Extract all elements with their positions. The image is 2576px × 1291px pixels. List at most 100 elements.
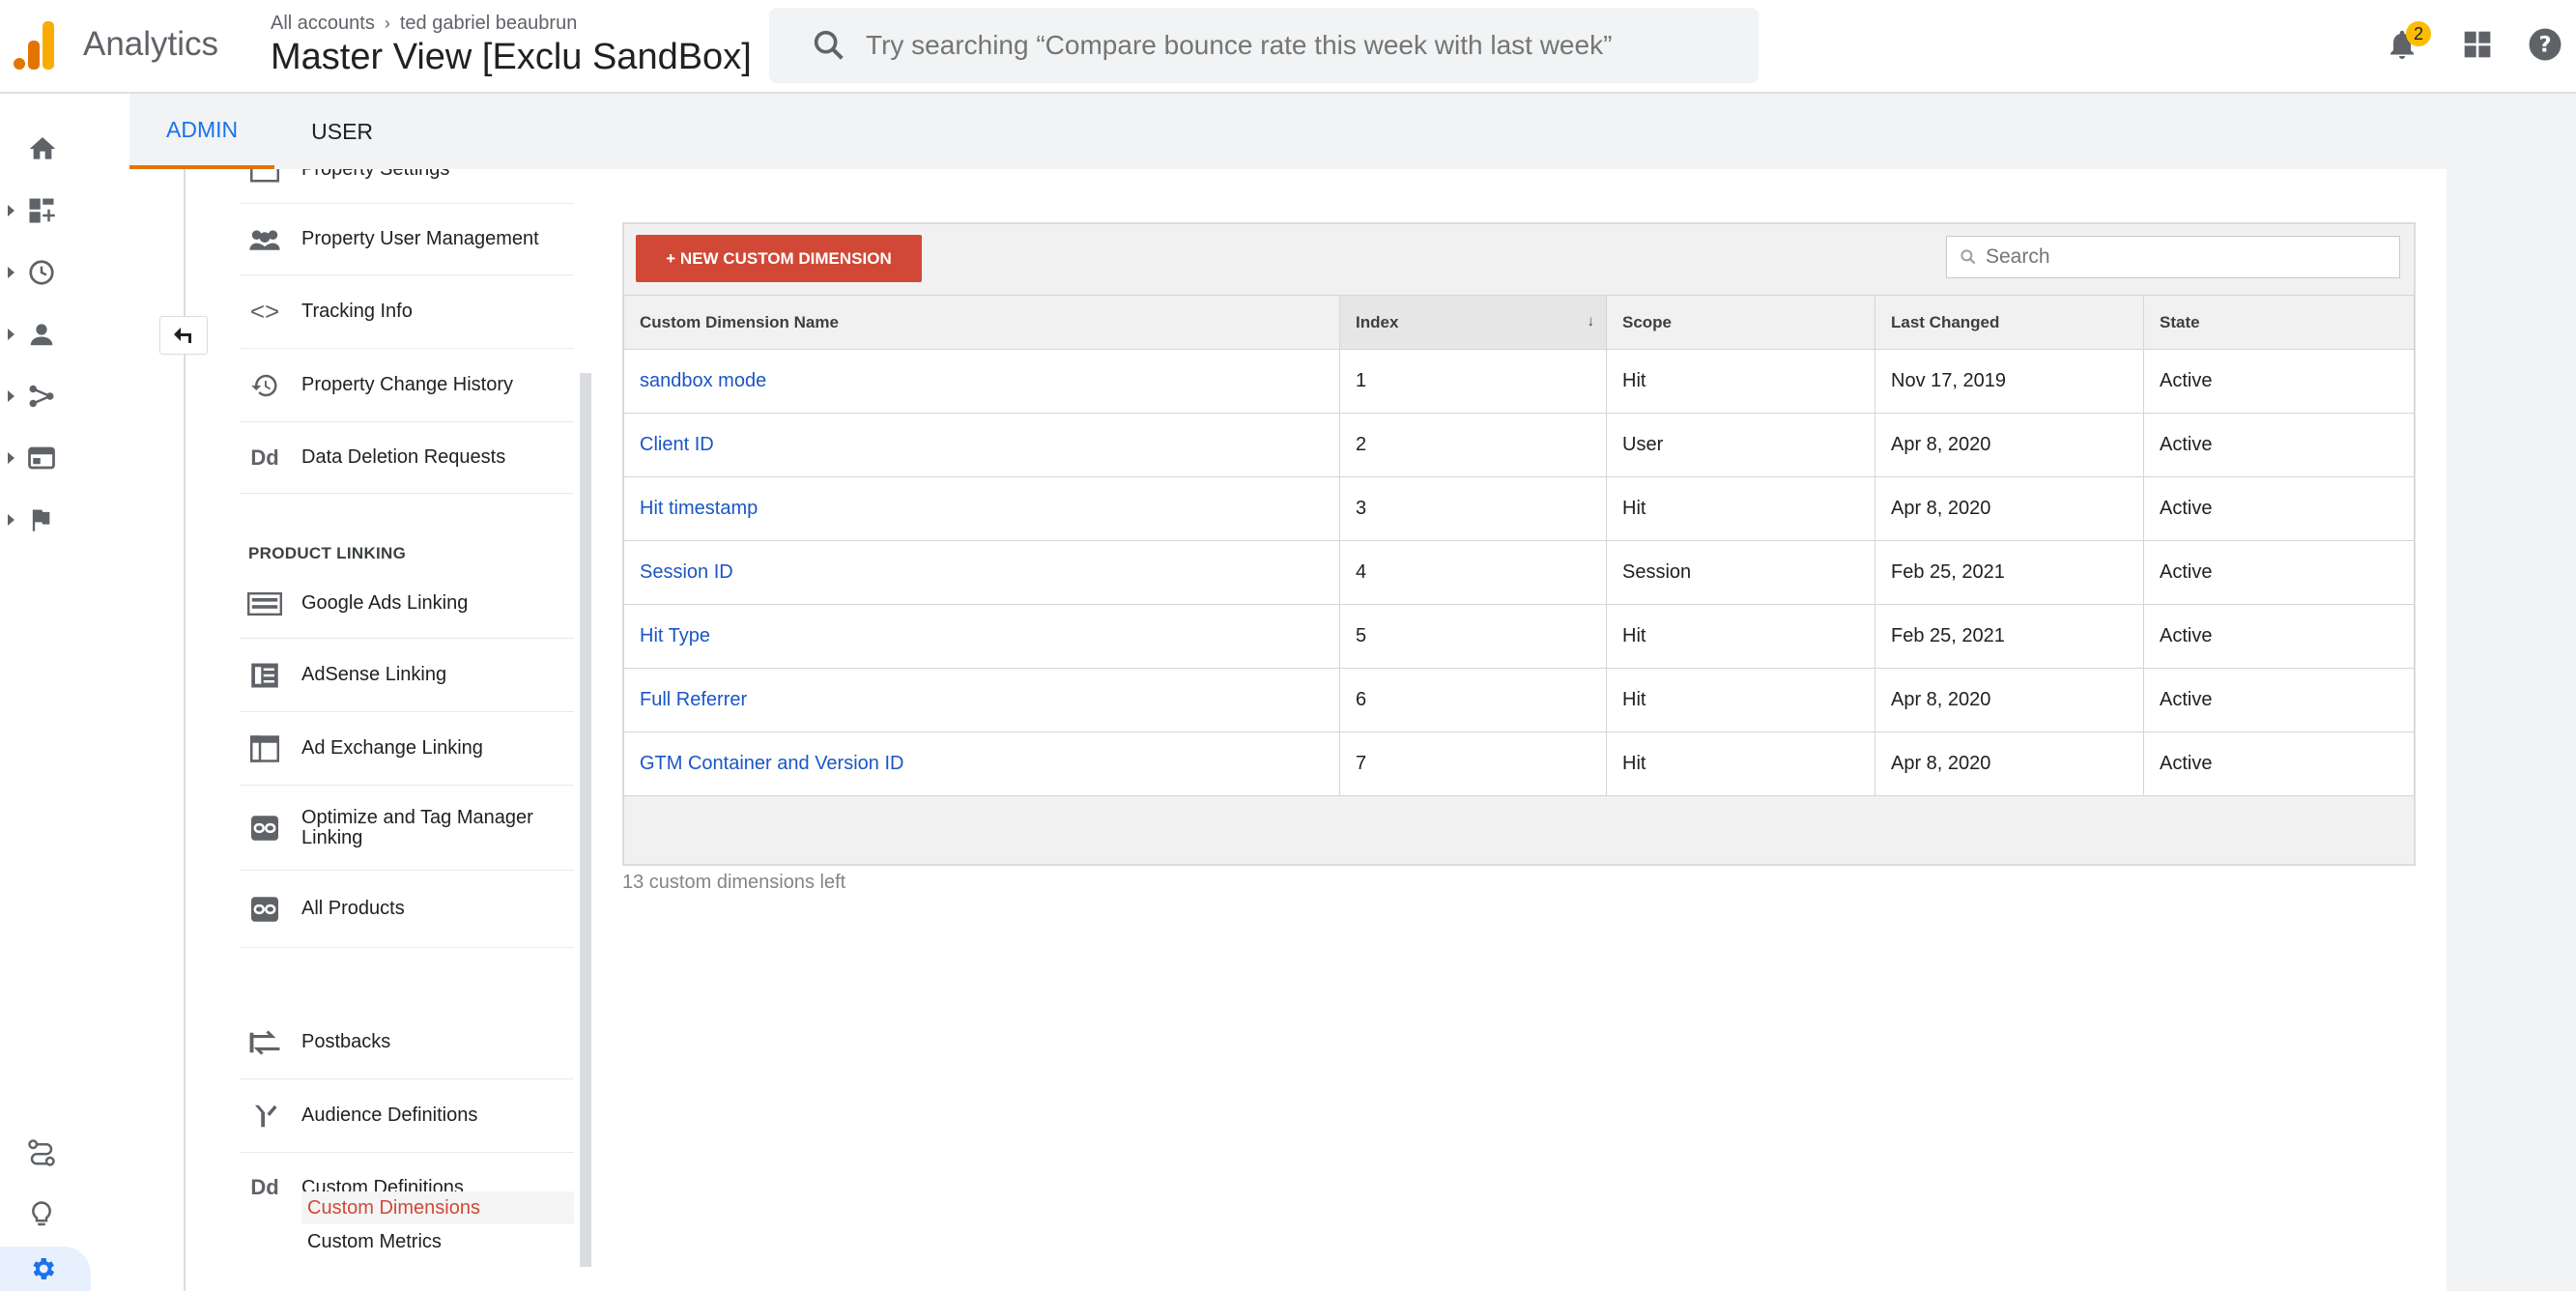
column-header-scope[interactable]: Scope (1606, 295, 1875, 350)
nav-postbacks[interactable]: Postbacks (240, 1006, 574, 1079)
dimension-index: 6 (1339, 668, 1607, 732)
column-header-state[interactable]: State (2143, 295, 2415, 350)
tab-admin[interactable]: ADMIN (129, 94, 275, 169)
postbacks-icon (245, 1026, 284, 1059)
left-navigation-rail (0, 94, 89, 1291)
dimension-state: Active (2143, 668, 2415, 732)
nav-optimize-tag-manager-linking[interactable]: Optimize and Tag Manager Linking (240, 786, 574, 871)
table-row: Full Referrer 6 Hit Apr 8, 2020 Active (623, 668, 2415, 732)
dimension-last-changed: Apr 8, 2020 (1875, 476, 2144, 541)
rail-admin-settings[interactable] (0, 1247, 91, 1291)
nav-data-import[interactable]: Dd (240, 1276, 574, 1291)
behavior-icon (28, 446, 55, 470)
table-row: sandbox mode 1 Hit Nov 17, 2019 Active (623, 349, 2415, 414)
nav-scrollbar[interactable] (580, 373, 591, 1267)
dimension-name-link[interactable]: GTM Container and Version ID (640, 753, 903, 774)
rail-realtime[interactable] (0, 248, 89, 297)
nav-tracking-info[interactable]: <> Tracking Info (240, 275, 574, 349)
rail-conversions[interactable] (0, 496, 89, 544)
flag-icon (32, 508, 50, 531)
all-products-icon (245, 893, 284, 926)
dimension-name-link[interactable]: sandbox mode (640, 370, 766, 391)
link-icon (245, 812, 284, 845)
nav-audience-definitions[interactable]: Audience Definitions (240, 1079, 574, 1153)
dimension-scope: Session (1606, 540, 1875, 605)
rail-acquisition[interactable] (0, 372, 89, 420)
rail-attribution[interactable] (0, 1129, 89, 1177)
tab-user[interactable]: USER (274, 94, 410, 169)
ad-exchange-icon (245, 732, 284, 765)
clock-icon (29, 260, 54, 285)
dimension-index: 2 (1339, 413, 1607, 477)
people-icon (245, 223, 284, 256)
nav-ad-exchange-linking[interactable]: Ad Exchange Linking (240, 712, 574, 786)
collapse-nav-button[interactable] (159, 316, 208, 355)
column-header-index[interactable]: Index ↓ (1339, 295, 1607, 350)
global-search-input[interactable] (866, 30, 1716, 61)
column-header-last-changed[interactable]: Last Changed (1875, 295, 2144, 350)
dd-icon: Dd (250, 445, 279, 470)
nav-property-change-history[interactable]: Property Change History (240, 349, 574, 422)
app-name: Analytics (83, 25, 219, 63)
table-row: Client ID 2 User Apr 8, 2020 Active (623, 413, 2415, 477)
rail-home[interactable] (0, 125, 89, 173)
breadcrumb[interactable]: All accounts › ted gabriel beaubrun (271, 13, 577, 35)
subnav-custom-metrics[interactable]: Custom Metrics (301, 1226, 574, 1257)
table-search-box[interactable] (1946, 236, 2400, 278)
subnav-custom-dimensions[interactable]: Custom Dimensions (301, 1191, 574, 1224)
dimension-scope: Hit (1606, 604, 1875, 669)
person-icon (30, 324, 53, 346)
column-header-name[interactable]: Custom Dimension Name (623, 295, 1340, 350)
nav-all-products[interactable]: All Products (240, 871, 574, 948)
acquisition-icon (29, 385, 54, 408)
breadcrumb-root[interactable]: All accounts (271, 13, 375, 35)
chevron-right-icon: › (384, 14, 390, 33)
dimension-scope: User (1606, 413, 1875, 477)
section-product-linking: PRODUCT LINKING (248, 544, 407, 562)
dimension-index: 3 (1339, 476, 1607, 541)
dimension-name-link[interactable]: Client ID (640, 434, 714, 455)
rail-discover[interactable] (0, 1191, 89, 1239)
dimension-name-link[interactable]: Session ID (640, 561, 733, 583)
nav-adsense-linking[interactable]: AdSense Linking (240, 639, 574, 712)
code-icon: <> (249, 297, 280, 326)
dimension-index: 1 (1339, 349, 1607, 414)
dimension-scope: Hit (1606, 668, 1875, 732)
dimension-last-changed: Apr 8, 2020 (1875, 413, 2144, 477)
table-row: GTM Container and Version ID 7 Hit Apr 8… (623, 732, 2415, 796)
analytics-logo[interactable] (14, 21, 56, 70)
nav-google-ads-linking[interactable]: Google Ads Linking (240, 569, 574, 639)
help-icon: ? (2529, 28, 2562, 61)
table-row: Session ID 4 Session Feb 25, 2021 Active (623, 540, 2415, 605)
table-search-input[interactable] (1986, 245, 2391, 269)
dimension-index: 7 (1339, 732, 1607, 796)
dimension-name-link[interactable]: Hit Type (640, 625, 710, 646)
dimension-index: 4 (1339, 540, 1607, 605)
breadcrumb-account[interactable]: ted gabriel beaubrun (400, 13, 577, 35)
gear-icon (33, 1258, 55, 1279)
rail-audience[interactable] (0, 310, 89, 359)
nav-property-settings[interactable]: Property Settings (240, 169, 574, 204)
settings-square-icon (245, 169, 284, 186)
dimension-state: Active (2143, 349, 2415, 414)
dimension-name-link[interactable]: Hit timestamp (640, 498, 758, 519)
dimension-scope: Hit (1606, 349, 1875, 414)
table-header-row: Custom Dimension Name Index ↓ Scope Last… (623, 295, 2415, 350)
new-custom-dimension-button[interactable]: + NEW CUSTOM DIMENSION (636, 235, 922, 282)
attribution-icon (28, 1139, 55, 1166)
apps-button[interactable] (2462, 29, 2493, 65)
svg-text:?: ? (2538, 33, 2551, 58)
home-icon (29, 137, 56, 159)
help-button[interactable]: ? (2528, 27, 2562, 67)
dimension-last-changed: Feb 25, 2021 (1875, 604, 2144, 669)
view-selector[interactable]: Master View [Exclu SandBox] (271, 37, 787, 78)
dimension-name-link[interactable]: Full Referrer (640, 689, 747, 710)
nav-property-user-management[interactable]: Property User Management (240, 204, 574, 275)
rail-customization[interactable] (0, 186, 89, 235)
rail-behavior[interactable] (0, 434, 89, 482)
notifications-button[interactable]: 2 (2385, 21, 2431, 64)
global-search-bar[interactable] (769, 8, 1759, 83)
adsense-icon (245, 659, 284, 692)
nav-data-deletion-requests[interactable]: Dd Data Deletion Requests (240, 422, 574, 494)
search-icon (814, 30, 844, 60)
